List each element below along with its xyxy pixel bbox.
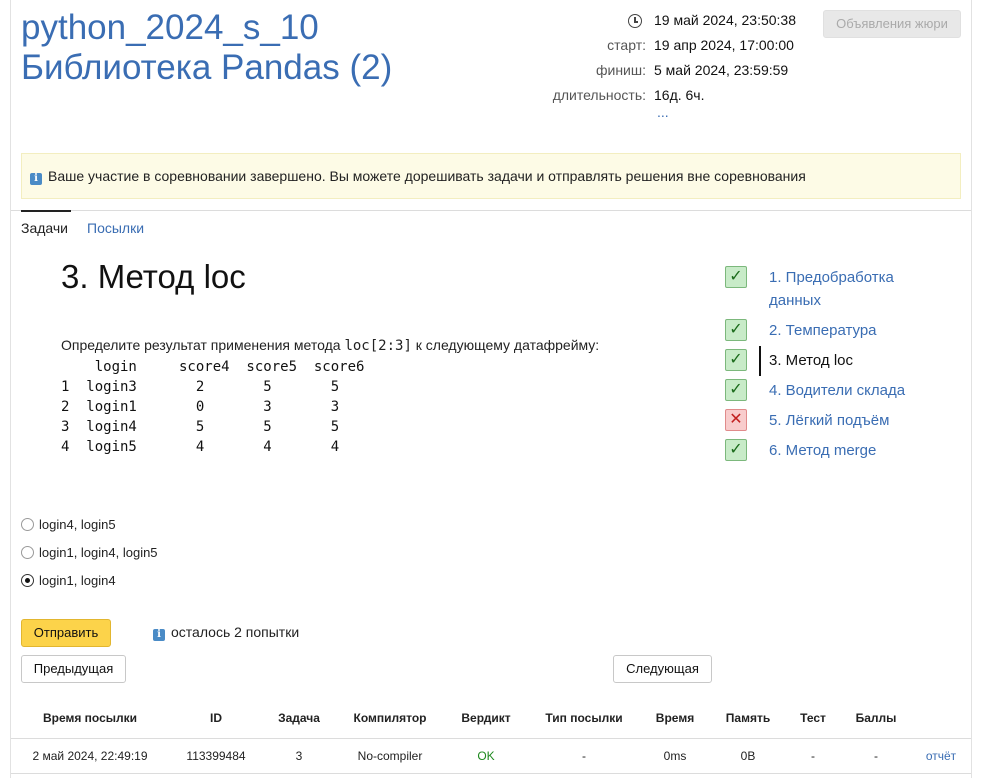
- finish-row: финиш: 5 май 2024, 23:59:59: [511, 62, 811, 84]
- attempts-remaining: i осталось 2 попытки: [153, 624, 299, 641]
- column-header: Тип посылки: [545, 711, 623, 725]
- submission-runtime: 0ms: [663, 749, 687, 763]
- answer-option[interactable]: login4, login5: [21, 517, 116, 532]
- start-value: 19 апр 2024, 17:00:00: [654, 37, 794, 53]
- submission-problem: 3: [295, 749, 303, 763]
- contest-name: python_2024_s_10: [21, 8, 319, 47]
- duration-label: длительность:: [552, 87, 646, 103]
- contest-title: python_2024_s_10 Библиотека Pandas (2): [21, 8, 392, 88]
- cross-icon: ✕: [725, 409, 747, 431]
- start-row: старт: 19 апр 2024, 17:00:00: [511, 37, 811, 59]
- column-header: Баллы: [855, 711, 897, 725]
- finish-label: финиш:: [595, 62, 646, 78]
- current-time: 19 май 2024, 23:50:38: [654, 12, 797, 28]
- check-icon: ✓: [725, 349, 747, 371]
- radio-button[interactable]: [21, 546, 34, 559]
- table-divider: [11, 773, 971, 774]
- submit-button[interactable]: Отправить: [21, 619, 111, 647]
- column-header: Память: [725, 711, 771, 725]
- statement-text-after: к следующему датафрейму:: [411, 337, 600, 353]
- column-header: Компилятор: [353, 711, 427, 725]
- check-icon: ✓: [725, 439, 747, 461]
- notice-text: Ваше участие в соревновании завершено. В…: [48, 168, 806, 184]
- check-icon: ✓: [725, 319, 747, 341]
- participation-notice: i Ваше участие в соревновании завершено. …: [21, 153, 961, 199]
- more-timing-link[interactable]: ...: [657, 104, 669, 120]
- submission-id: 113399484: [186, 749, 246, 763]
- column-header: Задача: [278, 711, 320, 725]
- problem-link[interactable]: 4. Водители склада: [769, 379, 949, 402]
- problem-link[interactable]: 1. Предобработка данных: [769, 266, 949, 312]
- column-header: Время посылки: [42, 711, 138, 725]
- submission-verdict: OK: [477, 749, 495, 763]
- problem-link[interactable]: 5. Лёгкий подъём: [769, 409, 949, 432]
- current-time-row: 19 май 2024, 23:50:38: [511, 12, 811, 34]
- tabs-divider: [11, 210, 971, 211]
- problem-link[interactable]: 2. Температура: [769, 319, 949, 342]
- radio-button[interactable]: [21, 518, 34, 531]
- info-icon: i: [30, 173, 42, 185]
- statement-code: loc[2:3]: [344, 338, 412, 354]
- check-icon: ✓: [725, 266, 747, 288]
- report-link[interactable]: отчёт: [926, 749, 956, 763]
- problem-link[interactable]: 6. Метод merge: [769, 439, 949, 462]
- answer-option-label: login1, login4: [39, 573, 116, 588]
- submission-type: -: [582, 749, 586, 763]
- column-header: Тест: [800, 711, 826, 725]
- table-divider: [11, 738, 971, 739]
- jury-announcements-button[interactable]: Объявления жюри: [823, 10, 961, 38]
- next-problem-button[interactable]: Следующая: [613, 655, 712, 683]
- contest-subtitle: Библиотека Pandas (2): [21, 48, 393, 87]
- tab-problems[interactable]: Задачи: [21, 210, 72, 236]
- info-icon: i: [153, 629, 165, 641]
- submission-compiler: No-compiler: [357, 749, 423, 763]
- radio-button-selected[interactable]: [21, 574, 34, 587]
- start-label: старт:: [607, 37, 646, 53]
- dataframe-block: login score4 score5 score6 1 login3 2 5 …: [61, 359, 365, 455]
- duration-value: 16д. 6ч.: [654, 87, 705, 103]
- previous-problem-button[interactable]: Предыдущая: [21, 655, 126, 683]
- column-header: ID: [210, 711, 222, 725]
- column-header: Время: [655, 711, 695, 725]
- submission-test: -: [811, 749, 815, 763]
- answer-option-selected[interactable]: login1, login4: [21, 573, 116, 588]
- submission-time: 2 май 2024, 22:49:19: [32, 749, 148, 763]
- clock-icon: [628, 14, 642, 28]
- tab-submissions[interactable]: Посылки: [87, 220, 144, 236]
- problem-title: 3. Метод loc: [61, 258, 246, 295]
- finish-value: 5 май 2024, 23:59:59: [654, 62, 789, 78]
- attempts-text: осталось 2 попытки: [171, 624, 300, 640]
- answer-option-label: login4, login5: [39, 517, 116, 532]
- page: python_2024_s_10 Библиотека Pandas (2) 1…: [10, 0, 972, 778]
- answer-option-label: login1, login4, login5: [39, 545, 158, 560]
- problem-link-current: 3. Метод loc: [769, 352, 853, 369]
- check-icon: ✓: [725, 379, 747, 401]
- statement-text-before: Определите результат применения метода: [61, 337, 345, 353]
- column-header: Вердикт: [461, 711, 511, 725]
- answer-option[interactable]: login1, login4, login5: [21, 545, 158, 560]
- problem-statement: Определите результат применения метода l…: [61, 337, 599, 354]
- submission-score: -: [874, 749, 878, 763]
- submission-memory: 0B: [740, 749, 756, 763]
